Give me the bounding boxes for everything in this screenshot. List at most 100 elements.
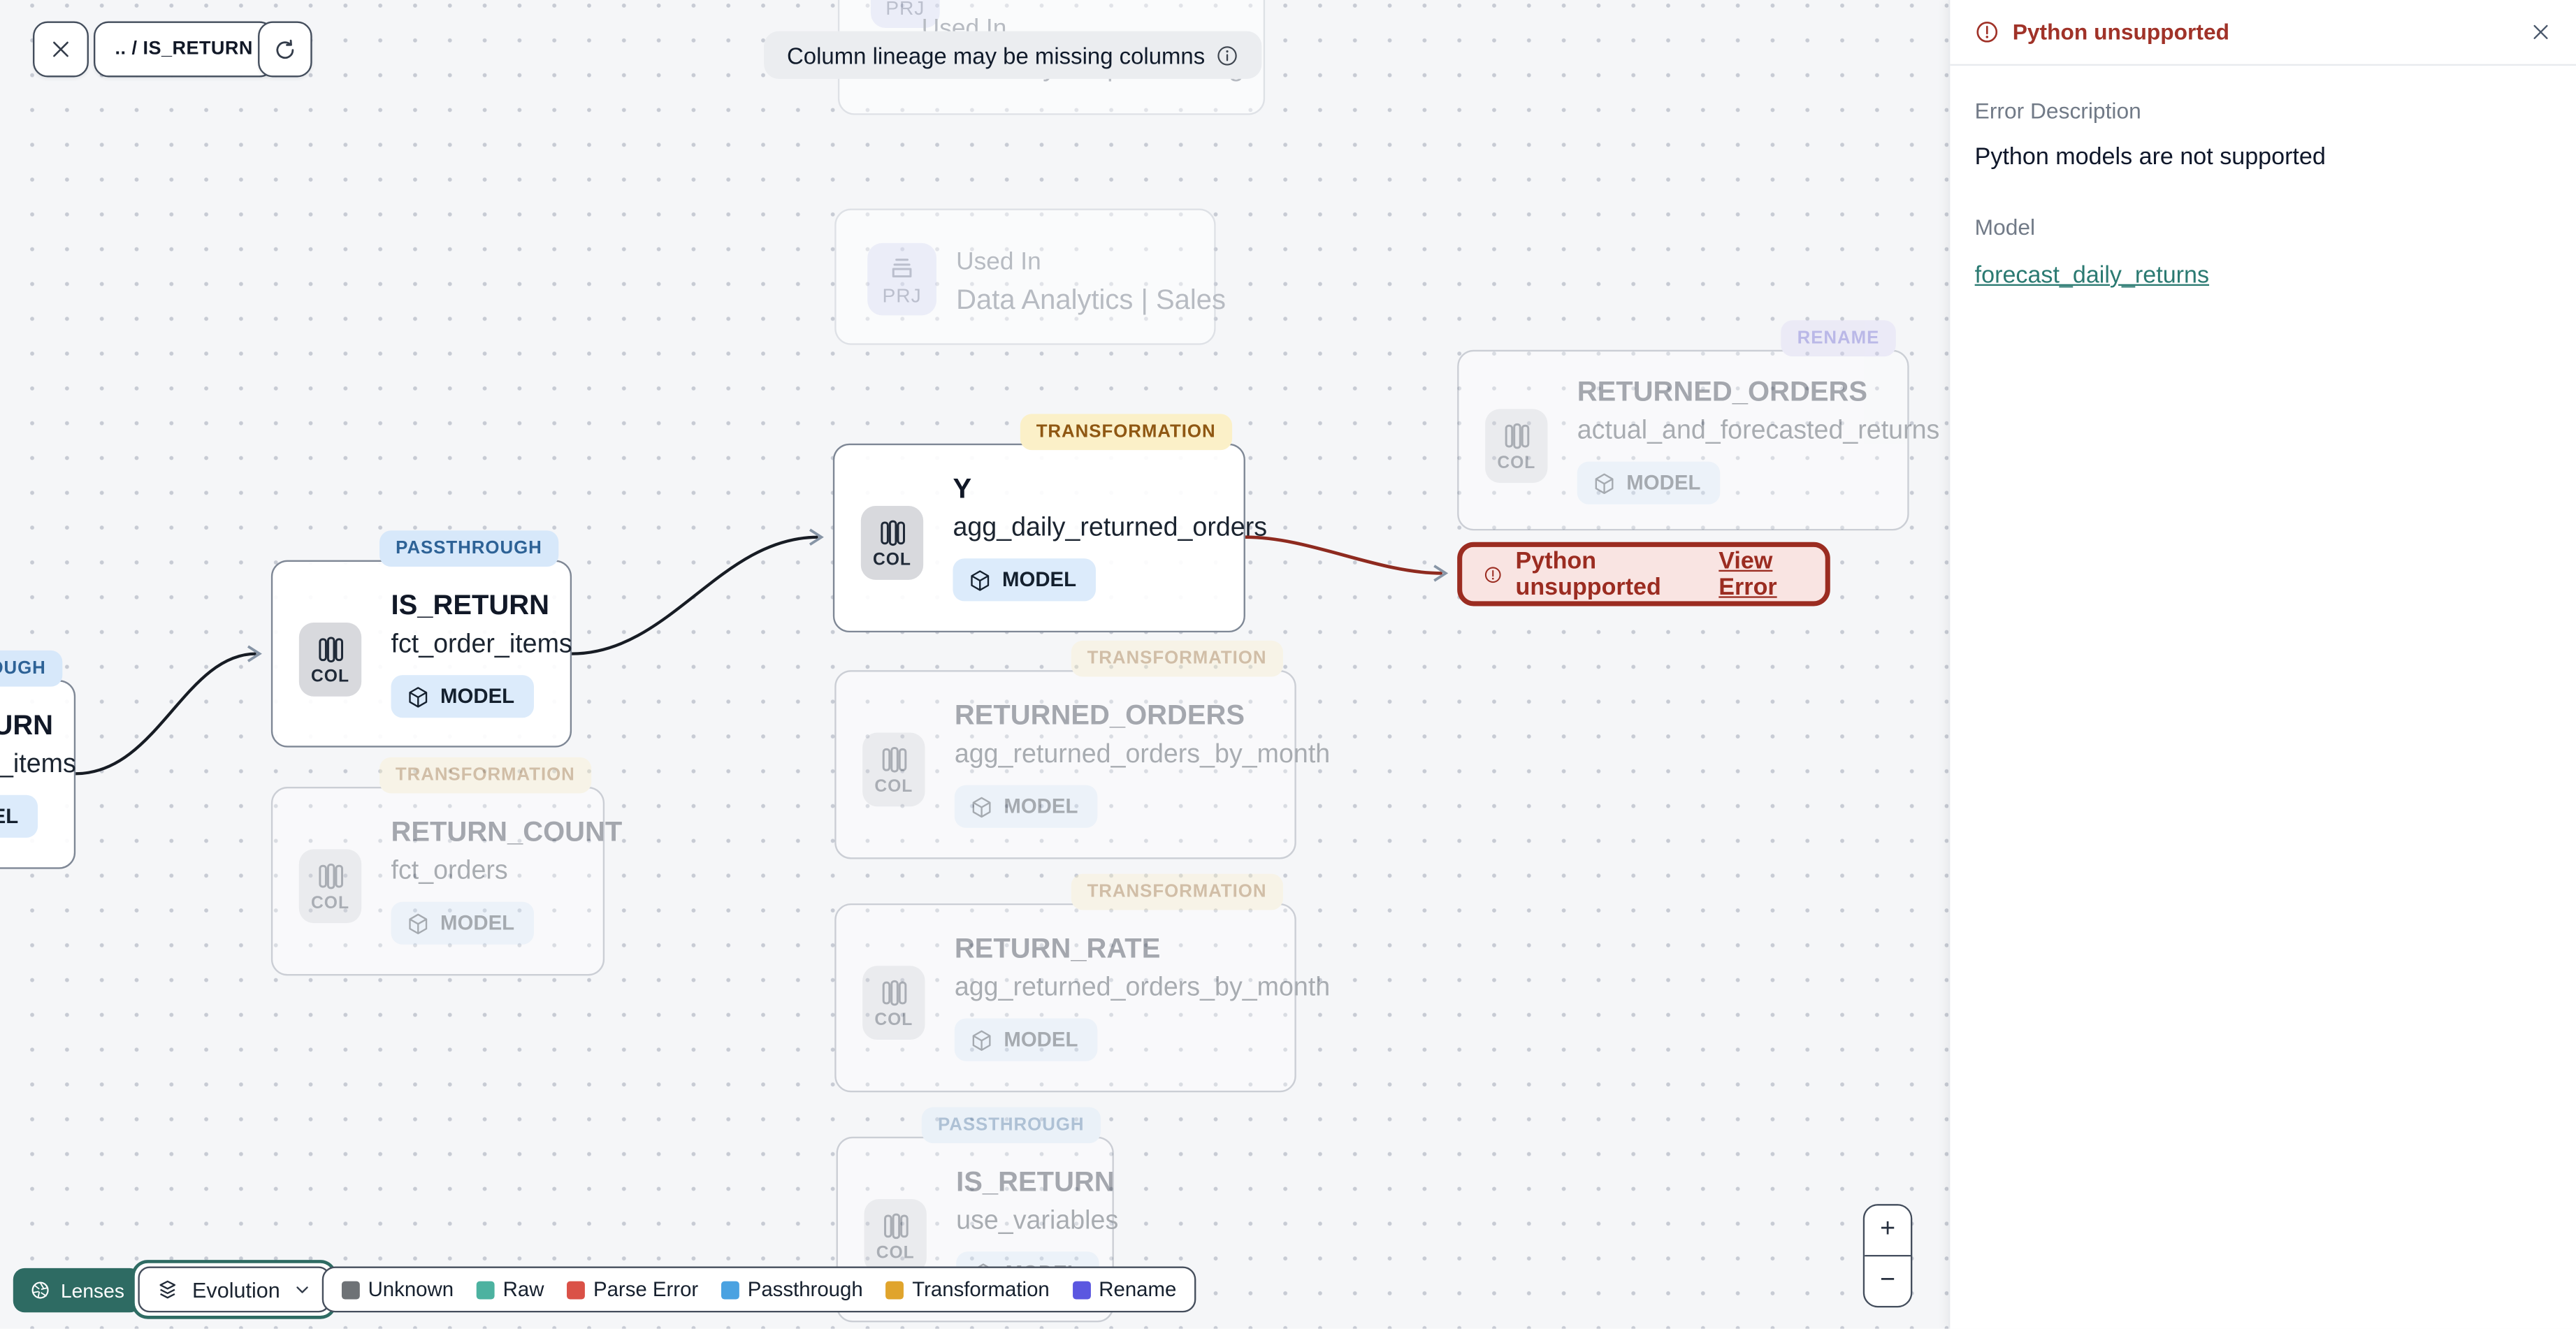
legend-label: Transformation [912, 1277, 1050, 1301]
model-label: Model [1974, 215, 2036, 240]
columns-icon [880, 519, 904, 545]
node-subtitle: agg_returned_orders_by_month [954, 974, 1331, 1002]
error-detail-panel: Python unsupported Error Description Pyt… [1948, 0, 2576, 1329]
cube-icon [971, 569, 990, 590]
node-return-rate[interactable]: TRANSFORMATION COL RETURN_RATE agg_retur… [834, 873, 1330, 1093]
model-chip-label: MODEL [1004, 1028, 1078, 1052]
alert-circle-icon [1976, 22, 1998, 43]
cube-icon [972, 796, 991, 817]
error-description-label: Error Description [1974, 99, 2141, 124]
error-panel-title: Python unsupported [2012, 20, 2230, 45]
model-link[interactable]: forecast_daily_returns [1975, 263, 2209, 289]
passthrough-badge: PASSTHROUGH [921, 1107, 1101, 1144]
zoom-out-button[interactable]: − [1865, 1256, 1911, 1306]
zoom-in-button[interactable]: + [1865, 1205, 1911, 1255]
model-chip-label: MODEL [440, 685, 515, 709]
column-badge: COL [864, 1199, 927, 1273]
model-chip: MODEL [391, 675, 535, 718]
lineage-legend: Unknown Raw Parse Error Passthrough Tran… [321, 1266, 1196, 1313]
lens-select[interactable]: Evolution [131, 1260, 338, 1319]
column-badge: COL [298, 849, 362, 924]
rename-badge: RENAME [1781, 320, 1896, 357]
node-subtitle: agg_returned_orders_by_month [954, 741, 1331, 769]
legend-swatch [341, 1280, 360, 1299]
columns-icon [1504, 422, 1529, 449]
model-chip: MODEL [1577, 461, 1721, 504]
cube-icon [409, 686, 428, 707]
node-python-unsupported-error[interactable]: Python unsupported View Error [1457, 542, 1830, 607]
lineage-warning-text: Column lineage may be missing columns [787, 41, 1206, 68]
node-title: RETURN_RATE [954, 933, 1161, 964]
model-chip-label: MODEL [440, 911, 515, 935]
legend-swatch [567, 1280, 586, 1299]
node-is-return-fct-order-items[interactable]: PASSTHROUGH COL IS_RETURN fct_order_item… [270, 530, 572, 748]
lenses-button[interactable]: Lenses [13, 1268, 141, 1313]
edge-left-to-isreturn [75, 652, 256, 776]
column-badge: COL [860, 506, 924, 580]
legend-item: Transformation [885, 1277, 1050, 1301]
cube-icon [1595, 472, 1614, 493]
arrowhead-icon [247, 645, 262, 662]
error-node-label: Python unsupported [1515, 547, 1661, 601]
close-panel-button[interactable] [2530, 22, 2552, 43]
columns-icon [883, 1212, 908, 1238]
columns-icon [881, 979, 906, 1005]
column-badge: COL [862, 732, 925, 807]
columns-icon [881, 746, 906, 772]
node-is-return-partial[interactable]: PASSTHROUGH IS_RETURN fct_order_items MO… [0, 650, 76, 869]
error-panel-header: Python unsupported [1950, 0, 2576, 66]
node-subtitle: Data Analytics | Sales [956, 284, 1226, 316]
node-title: IS_RETURN [0, 709, 54, 741]
legend-item: Raw [477, 1278, 544, 1301]
breadcrumb[interactable]: .. / IS_RETURN [93, 21, 275, 78]
model-chip-label: MODEL [1626, 471, 1701, 495]
close-lineage-button[interactable] [33, 21, 89, 78]
node-used-in-sales[interactable]: PRJ Used In Data Analytics | Sales [834, 208, 1226, 345]
node-title: RETURN_COUNT [391, 816, 623, 848]
legend-swatch [477, 1280, 495, 1299]
lineage-canvas[interactable]: PRJ Used In Data Analytics | Marketing P… [0, 0, 1949, 1329]
model-chip-label: MODEL [1001, 568, 1077, 592]
passthrough-badge: PASSTHROUGH [0, 650, 63, 687]
legend-swatch [1072, 1280, 1091, 1299]
legend-label: Rename [1099, 1277, 1177, 1301]
node-returned-orders-month[interactable]: TRANSFORMATION COL RETURNED_ORDERS agg_r… [834, 640, 1330, 859]
column-badge-label: COL [876, 1242, 915, 1263]
column-badge-label: COL [874, 1009, 913, 1029]
passthrough-badge: PASSTHROUGH [379, 530, 559, 567]
error-description-value: Python models are not supported [1974, 144, 2326, 171]
node-returned-orders-rename[interactable]: RENAME COL RETURNED_ORDERS actual_and_fo… [1457, 320, 1939, 531]
node-title: Used In [956, 247, 1041, 276]
column-badge-label: COL [311, 666, 349, 686]
transformation-badge: TRANSFORMATION [1071, 873, 1283, 910]
model-chip: MODEL [954, 1018, 1098, 1061]
refresh-button[interactable] [258, 21, 312, 78]
view-error-link[interactable]: View Error [1718, 548, 1804, 600]
edge-y-to-error [1245, 535, 1443, 575]
zoom-controls: + − [1862, 1204, 1913, 1308]
column-badge-label: COL [311, 892, 349, 913]
node-title: RETURNED_ORDERS [954, 699, 1245, 732]
node-subtitle: actual_and_forecasted_returns [1577, 417, 1940, 446]
project-tray-icon [892, 258, 912, 277]
node-subtitle: fct_order_items [0, 750, 76, 779]
node-title: IS_RETURN [956, 1166, 1115, 1198]
node-return-count[interactable]: TRANSFORMATION COL RETURN_COUNT fct_orde… [270, 757, 622, 976]
legend-label: Unknown [368, 1277, 454, 1301]
column-badge: COL [1485, 409, 1548, 484]
column-badge-label: COL [1497, 452, 1536, 472]
node-y-agg-daily-returned-orders[interactable]: TRANSFORMATION COL Y agg_daily_returned_… [832, 414, 1267, 633]
node-subtitle: use_variables [956, 1207, 1119, 1235]
model-chip-label: MODEL [1004, 794, 1078, 818]
model-chip: MODEL [0, 794, 38, 838]
legend-item: Unknown [341, 1277, 454, 1301]
model-chip-label: MODEL [0, 804, 19, 828]
legend-item: Rename [1072, 1277, 1177, 1301]
model-chip: MODEL [391, 901, 535, 945]
lineage-warning-tooltip: Column lineage may be missing columns [764, 31, 1263, 79]
lenses-label: Lenses [60, 1279, 124, 1302]
transformation-badge: TRANSFORMATION [1071, 640, 1283, 677]
alert-circle-icon [1484, 566, 1501, 582]
project-badge-label: PRJ [882, 283, 922, 307]
info-icon [1218, 45, 1238, 65]
